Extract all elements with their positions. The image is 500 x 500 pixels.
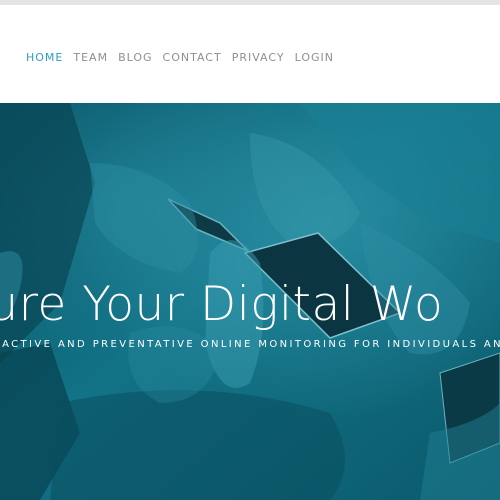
nav-item-login: LOGIN [295, 46, 344, 65]
nav-item-blog: BLOG [118, 46, 162, 65]
hero-subtitle: OACTIVE AND PREVENTATIVE ONLINE MONITORI… [0, 339, 500, 350]
top-navbar: HOME TEAM BLOG CONTACT PRIVACY LOGIN [0, 5, 500, 103]
hero-section: cure Your Digital Wo OACTIVE AND PREVENT… [0, 103, 500, 500]
hero-title: cure Your Digital Wo [0, 277, 444, 332]
nav-link-team[interactable]: TEAM [73, 51, 108, 65]
nav-item-team: TEAM [73, 46, 118, 65]
nav-link-login[interactable]: LOGIN [295, 51, 334, 65]
nav-item-privacy: PRIVACY [232, 46, 295, 65]
nav-link-privacy[interactable]: PRIVACY [232, 51, 285, 65]
nav-item-contact: CONTACT [163, 46, 232, 65]
nav-link-blog[interactable]: BLOG [118, 51, 152, 65]
nav-link-contact[interactable]: CONTACT [163, 51, 222, 65]
nav-item-home: HOME [26, 46, 73, 65]
nav-menu: HOME TEAM BLOG CONTACT PRIVACY LOGIN [26, 46, 344, 65]
nav-link-home[interactable]: HOME [26, 51, 63, 65]
